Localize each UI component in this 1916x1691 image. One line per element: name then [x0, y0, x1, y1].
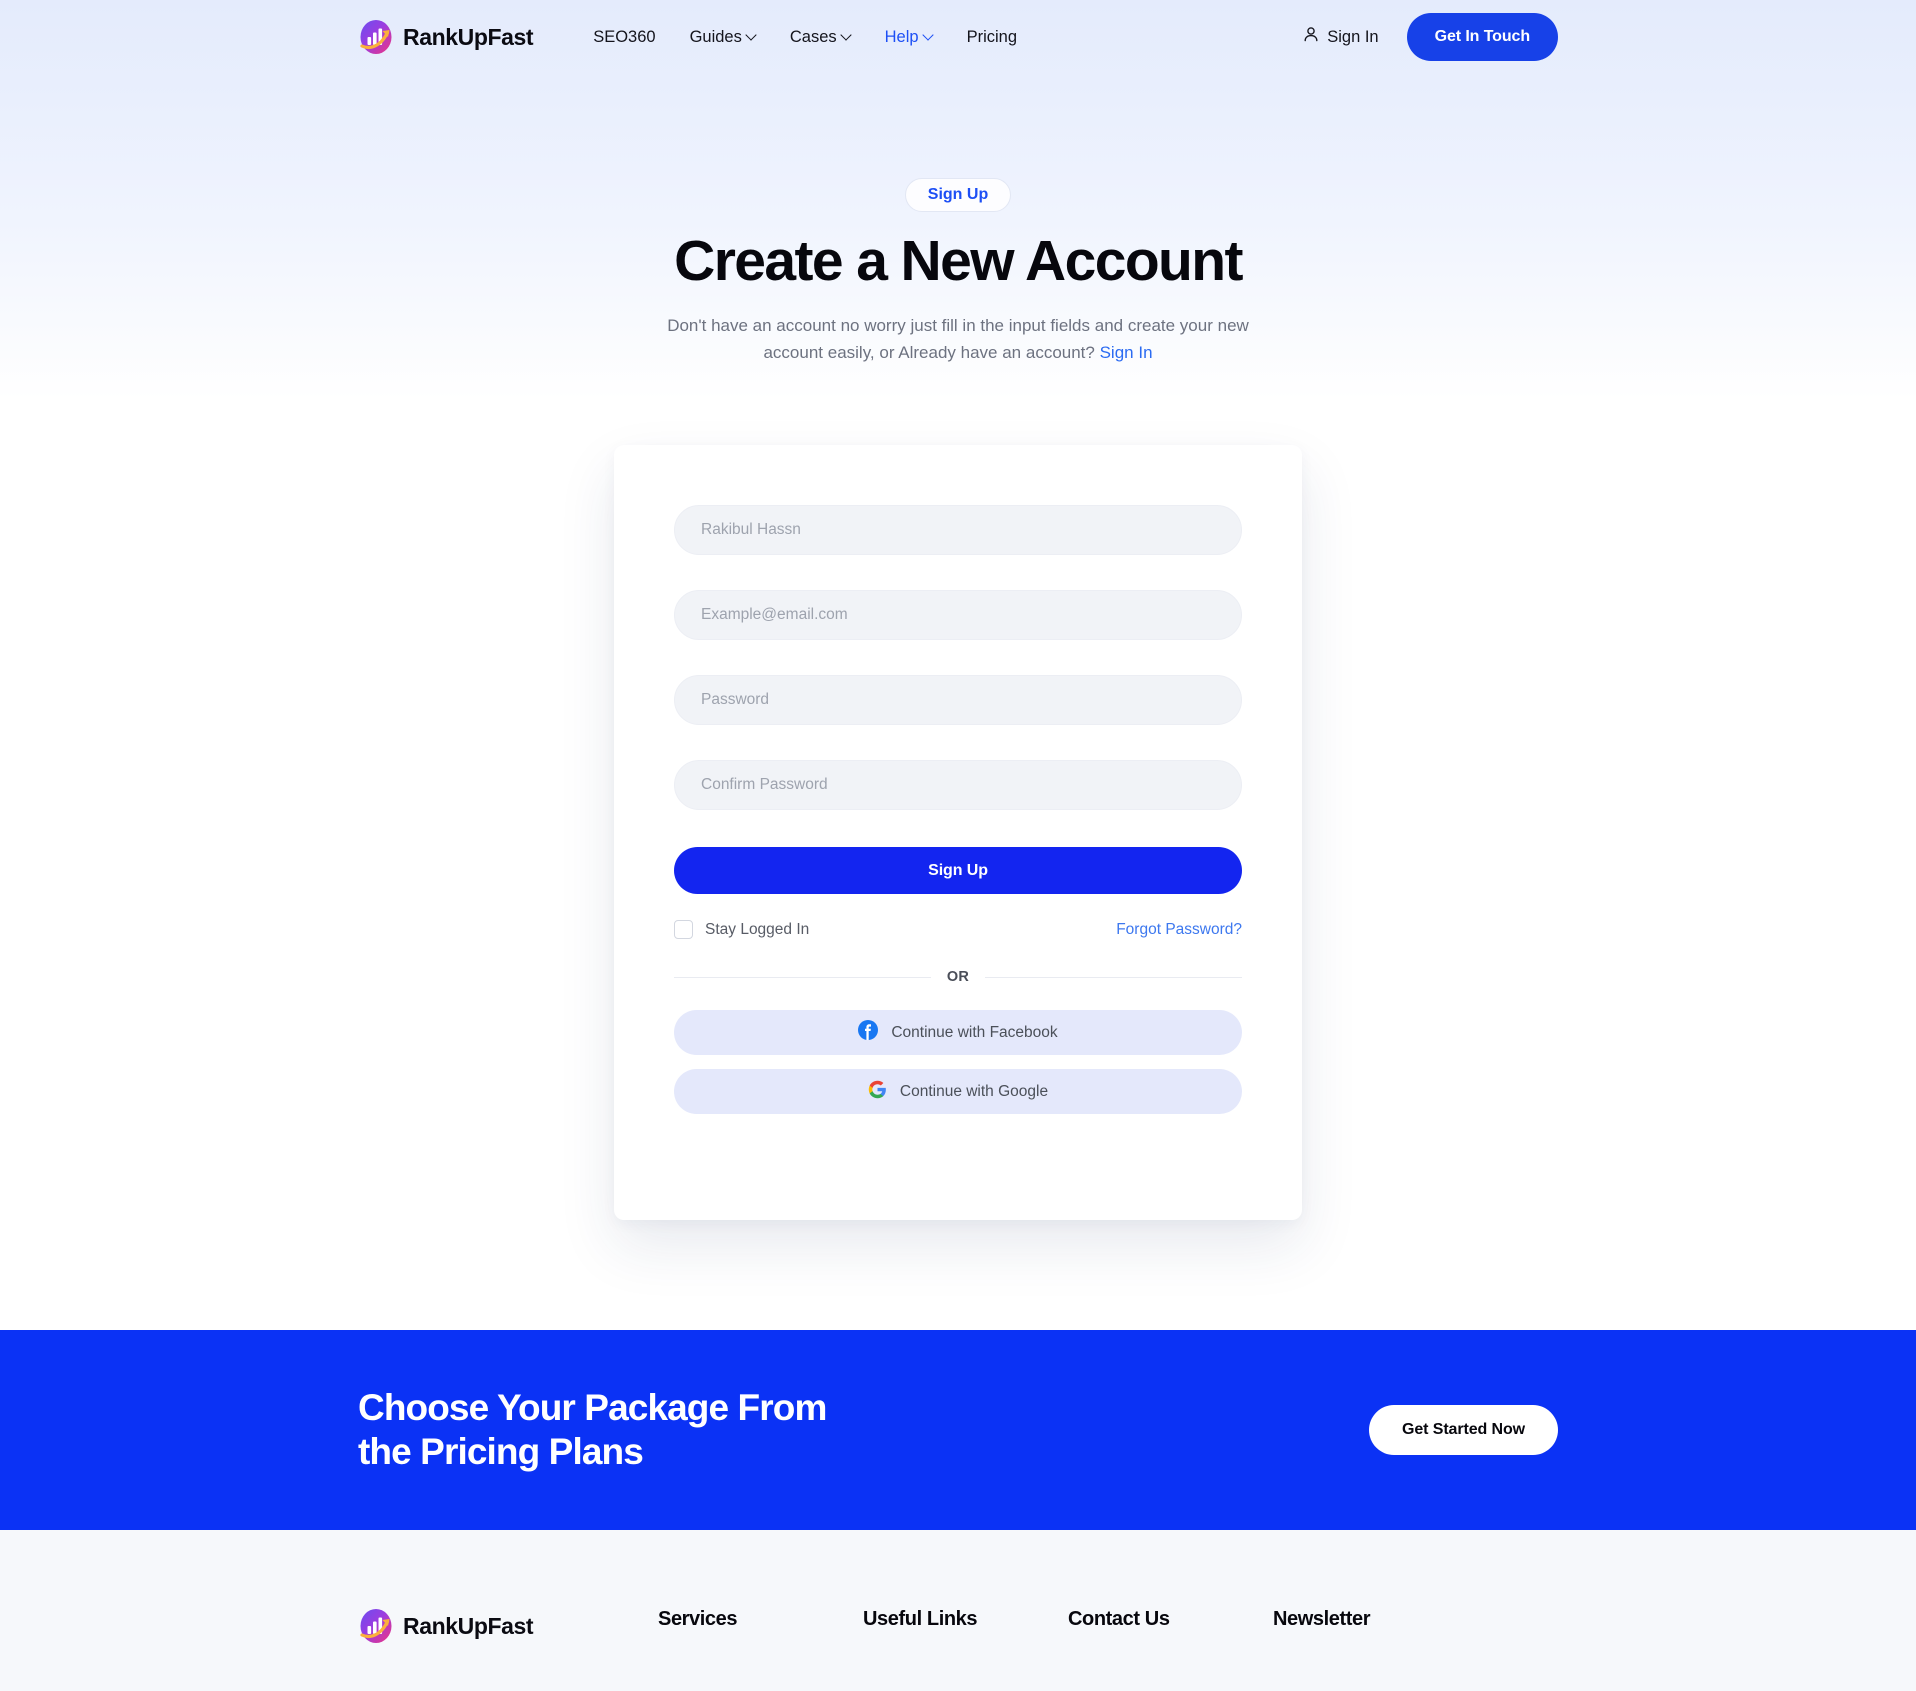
or-divider: OR — [674, 969, 1243, 985]
stay-logged-in-checkbox[interactable]: Stay Logged In — [674, 920, 809, 939]
form-options-row: Stay Logged In Forgot Password? — [674, 920, 1242, 939]
cta-title: Choose Your Package From the Pricing Pla… — [358, 1386, 827, 1473]
facebook-button-label: Continue with Facebook — [891, 1023, 1058, 1041]
checkbox-box-icon — [674, 920, 693, 939]
footer-column-title: Contact Us — [1068, 1608, 1170, 1630]
subtitle-line-1: Don't have an account no worry just fill… — [667, 315, 1213, 335]
site-footer: RankUpFast Services Useful Links Contact… — [0, 1530, 1916, 1691]
email-input[interactable] — [674, 590, 1242, 640]
cta-title-line-1: Choose Your Package From — [358, 1387, 827, 1429]
divider-line-right — [985, 976, 1243, 978]
footer-columns: Services Useful Links Contact Us Newslet… — [658, 1608, 1558, 1631]
page-root: RankUpFast SEO360 Guides Cases Help Pric… — [0, 0, 1916, 1691]
subtitle-sign-in-link[interactable]: Sign In — [1100, 343, 1153, 362]
footer-column-services: Services — [658, 1608, 863, 1631]
hero-section: Sign Up Create a New Account Don't have … — [0, 0, 1916, 367]
forgot-password-link[interactable]: Forgot Password? — [1116, 921, 1242, 939]
footer-column-title: Services — [658, 1608, 738, 1630]
footer-brand-logo-link[interactable]: RankUpFast — [358, 1608, 658, 1644]
password-input[interactable] — [674, 675, 1242, 725]
page-title: Create a New Account — [674, 229, 1243, 293]
divider-label: OR — [946, 969, 970, 985]
bar-chart-arrow-logo-icon — [358, 1608, 394, 1644]
footer-column-newsletter: Newsletter — [1273, 1608, 1478, 1631]
google-button-label: Continue with Google — [899, 1082, 1049, 1100]
get-started-now-button[interactable]: Get Started Now — [1369, 1405, 1558, 1455]
continue-with-google-button[interactable]: Continue with Google — [674, 1069, 1242, 1114]
signup-card: Sign Up Stay Logged In Forgot Password? … — [614, 445, 1302, 1220]
divider-line-left — [674, 976, 931, 978]
footer-column-title: Newsletter — [1273, 1608, 1371, 1630]
cta-title-line-2: the Pricing Plans — [358, 1431, 644, 1472]
page-subtitle: Don't have an account no worry just fill… — [648, 312, 1268, 367]
pricing-cta-banner: Choose Your Package From the Pricing Pla… — [0, 1330, 1916, 1530]
stay-logged-in-label: Stay Logged In — [705, 920, 810, 938]
footer-column-title: Useful Links — [863, 1608, 978, 1630]
sign-up-badge[interactable]: Sign Up — [904, 178, 1012, 212]
footer-column-useful-links: Useful Links — [863, 1608, 1068, 1631]
facebook-icon — [858, 1020, 879, 1045]
footer-column-contact-us: Contact Us — [1068, 1608, 1273, 1631]
continue-with-facebook-button[interactable]: Continue with Facebook — [674, 1010, 1242, 1055]
full-name-input[interactable] — [674, 505, 1242, 555]
google-icon — [868, 1080, 887, 1104]
confirm-password-input[interactable] — [674, 760, 1242, 810]
footer-brand-name-text: RankUpFast — [403, 1612, 534, 1639]
sign-up-submit-button[interactable]: Sign Up — [674, 847, 1242, 894]
